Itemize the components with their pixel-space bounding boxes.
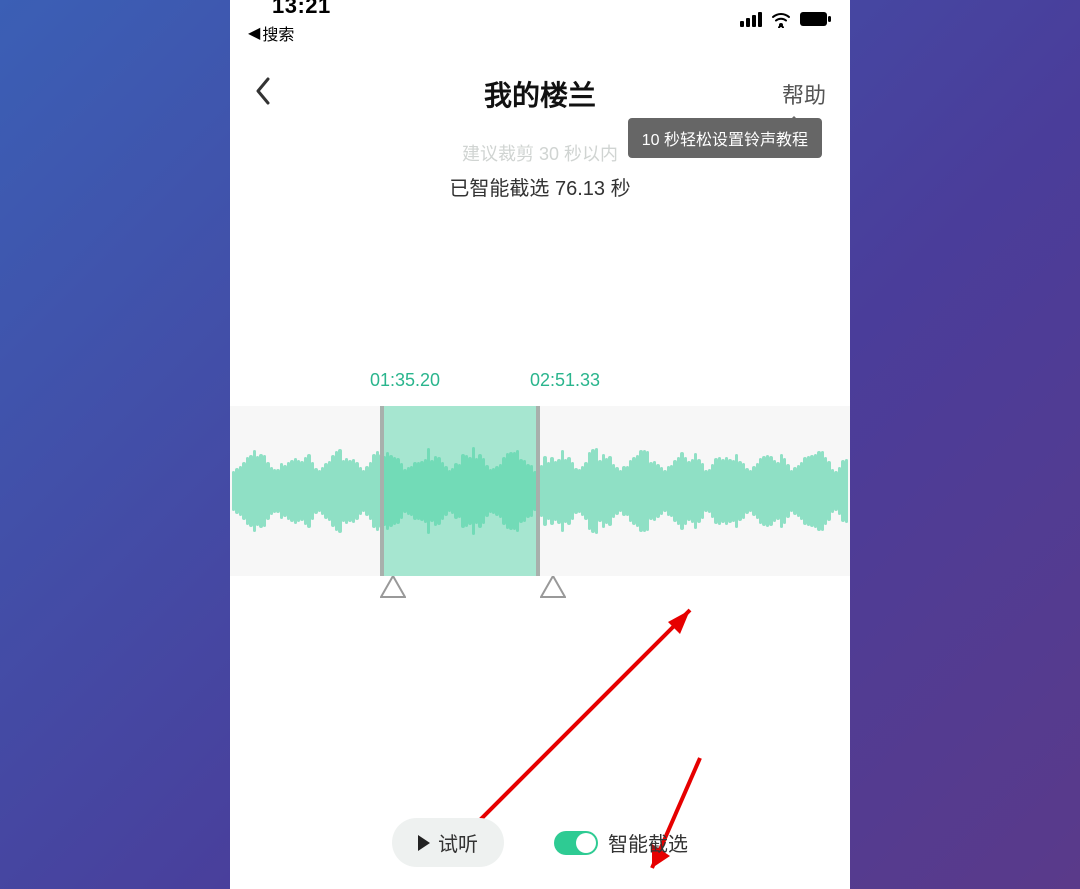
- status-right: [740, 10, 832, 28]
- battery-icon: [800, 11, 832, 27]
- play-icon: [418, 835, 430, 851]
- phone-frame: 13:21 ◀ 搜索 我的楼兰 帮助 10 秒轻松设置铃声教程 建议裁剪: [230, 0, 850, 889]
- status-time: 13:21: [272, 0, 331, 19]
- waveform-editor: 01:35.20 02:51.33: [230, 370, 850, 610]
- page-title: 我的楼兰: [484, 74, 596, 114]
- status-bar: 13:21 ◀ 搜索: [230, 0, 850, 38]
- trim-end-time: 02:51.33: [530, 370, 600, 391]
- smart-cut-label: 智能截选: [608, 828, 688, 857]
- bottom-controls: 试听 智能截选: [230, 818, 850, 867]
- help-button[interactable]: 帮助: [782, 78, 826, 110]
- smart-cut-control: 智能截选: [554, 828, 688, 857]
- annotation-arrow-1: [440, 590, 720, 850]
- waveform-bars: [230, 406, 850, 576]
- back-button[interactable]: [254, 77, 272, 112]
- wifi-icon: [770, 10, 792, 28]
- cell-signal-icon: [740, 12, 762, 27]
- hint-block: 建议裁剪 30 秒以内 已智能截选 76.13 秒: [230, 140, 850, 201]
- preview-button[interactable]: 试听: [392, 818, 504, 867]
- hint-picked: 已智能截选 76.13 秒: [230, 172, 850, 201]
- waveform-track[interactable]: [230, 406, 850, 576]
- trim-start-time: 01:35.20: [370, 370, 440, 391]
- hint-suggest: 建议裁剪 30 秒以内: [230, 140, 850, 166]
- preview-label: 试听: [438, 828, 478, 857]
- trim-handle-left[interactable]: [380, 576, 406, 598]
- nav-bar: 我的楼兰 帮助: [230, 64, 850, 124]
- caret-left-icon: ◀: [248, 23, 260, 43]
- smart-cut-toggle[interactable]: [554, 831, 598, 855]
- chevron-left-icon: [254, 77, 272, 105]
- status-left: 13:21 ◀ 搜索: [248, 0, 331, 45]
- time-labels: 01:35.20 02:51.33: [230, 370, 850, 400]
- trim-selection[interactable]: [380, 406, 540, 576]
- status-back-to-search[interactable]: ◀ 搜索: [248, 21, 294, 45]
- trim-handle-right[interactable]: [540, 576, 566, 598]
- status-back-label: 搜索: [262, 21, 294, 45]
